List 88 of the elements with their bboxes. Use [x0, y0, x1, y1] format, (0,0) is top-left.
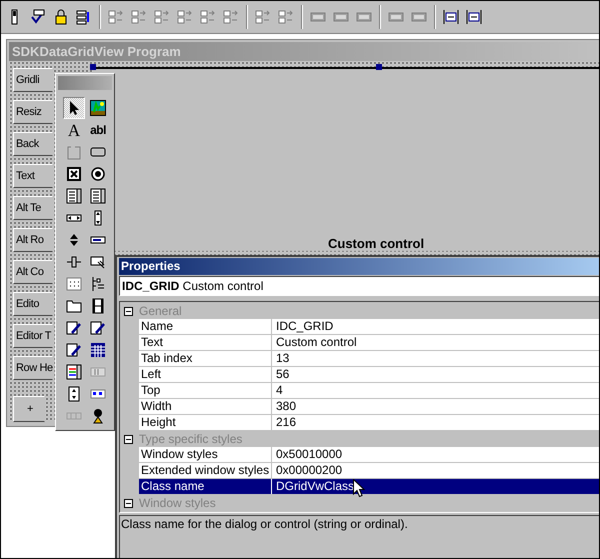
dialog-button[interactable]: Alt Co [13, 260, 53, 284]
checkmark-icon[interactable] [30, 9, 46, 25]
toolbox-tool[interactable]: A [63, 119, 85, 141]
up-down-icon [66, 386, 82, 402]
property-row[interactable]: Name IDC_GRID [120, 319, 599, 335]
property-value: 13 [275, 351, 290, 366]
center-horizontal-icon[interactable] [223, 9, 239, 25]
list-icon[interactable] [76, 9, 92, 25]
property-name: Top [139, 383, 272, 398]
property-row[interactable]: Top 4 [120, 383, 599, 399]
dialog-button[interactable]: Row He [13, 356, 53, 380]
collapse-icon[interactable] [124, 498, 133, 508]
property-value: IDC_GRID [275, 319, 334, 334]
list-box-icon [90, 188, 106, 204]
collapse-icon[interactable] [124, 306, 133, 316]
picture-icon [90, 100, 106, 116]
spread-horizontal-icon[interactable] [443, 9, 459, 25]
pen-page-icon [66, 320, 82, 336]
selection-handle[interactable] [90, 64, 96, 70]
dialog-button[interactable]: Gridli [13, 68, 53, 92]
property-row[interactable]: Width 380 [120, 399, 599, 415]
checkbox-icon [66, 166, 82, 182]
list-view-icon [66, 276, 82, 292]
category-label: General [139, 304, 182, 318]
selection-handle[interactable] [376, 64, 382, 70]
property-row[interactable]: Left 56 [120, 367, 599, 383]
property-name: Window styles [139, 447, 272, 462]
center-vertical-icon[interactable] [200, 9, 216, 25]
category-label: Window styles [139, 496, 216, 510]
space-across-icon[interactable] [255, 9, 271, 25]
properties-title: Properties [119, 258, 599, 275]
tree-icon [90, 276, 106, 292]
spread-vertical-icon[interactable] [466, 9, 482, 25]
property-value: 56 [275, 367, 290, 382]
pen-page-icon [90, 320, 106, 336]
property-name: Height [139, 415, 272, 430]
toolbox-tool[interactable] [63, 97, 85, 119]
property-value: 0x50010000 [275, 447, 342, 462]
property-value: Custom control [275, 335, 357, 350]
category-label: Type specific styles [139, 432, 242, 446]
slider-icon [66, 254, 82, 270]
calendar-icon [90, 342, 106, 358]
property-value: DGridVwClass [275, 479, 354, 494]
dialog-button[interactable]: Alt Te [13, 196, 53, 220]
space-down-icon[interactable] [278, 9, 294, 25]
property-name: Text [139, 335, 272, 350]
combo-box-icon [66, 188, 82, 204]
align-bottom-icon[interactable] [177, 9, 193, 25]
property-row[interactable]: Extended window styles 0x00000200 [120, 463, 599, 479]
dialog-button[interactable]: Text [13, 164, 53, 188]
property-name: Extended window styles [139, 463, 272, 478]
property-value: 216 [275, 415, 296, 430]
align-right-icon[interactable] [131, 9, 147, 25]
toolbox-tool[interactable]: abl [87, 119, 109, 141]
film-icon [90, 298, 106, 314]
hotkey-icon [90, 254, 106, 270]
property-row[interactable]: Class name DGridVwClass [120, 479, 599, 495]
property-row[interactable]: Height 216 [120, 415, 599, 431]
radio-icon [90, 166, 106, 182]
dialog-button[interactable]: + [13, 396, 45, 422]
folder-icon [66, 298, 82, 314]
colored-list-icon [66, 364, 82, 380]
property-name: Tab index [139, 351, 272, 366]
property-name: Left [139, 367, 272, 382]
property-row[interactable]: Tab index 13 [120, 351, 599, 367]
property-value: 4 [275, 383, 283, 398]
dialog-button[interactable]: Resiz [13, 100, 53, 124]
toolbox-tool[interactable] [87, 97, 109, 119]
cursor-icon [353, 479, 365, 498]
property-row[interactable]: Text Custom control [120, 335, 599, 351]
property-value: 380 [275, 399, 296, 414]
property-row[interactable]: Window styles 0x50010000 [120, 447, 599, 463]
dialog-button[interactable]: Alt Ro [13, 228, 53, 252]
dialog-button[interactable]: Back [13, 132, 53, 156]
align-top-icon[interactable] [154, 9, 170, 25]
group-box-icon [66, 144, 82, 160]
collapse-icon[interactable] [124, 434, 133, 444]
object-selector[interactable]: IDC_GRID Custom control [119, 276, 599, 296]
dialog-button[interactable]: Edito [13, 292, 53, 316]
property-description: Class name for the dialog or control (string or ordinal). [121, 517, 408, 531]
dialog-button[interactable]: Editor T [13, 324, 53, 348]
property-name: Name [139, 319, 272, 334]
property-name: Width [139, 399, 272, 414]
control-caption: Custom control [328, 236, 424, 251]
align-left-icon[interactable] [108, 9, 124, 25]
property-name: Class name [139, 479, 272, 494]
lock-icon[interactable] [53, 9, 69, 25]
property-value: 0x00000200 [275, 463, 342, 478]
